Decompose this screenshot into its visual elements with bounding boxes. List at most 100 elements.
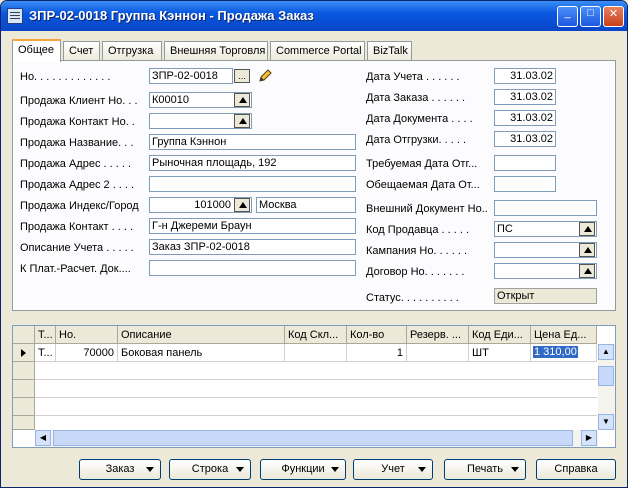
- line-menu-button[interactable]: Строка: [169, 459, 251, 480]
- close-button[interactable]: ✕: [603, 6, 624, 27]
- lookup-arrow-icon: [584, 226, 592, 232]
- table-cell-location[interactable]: [285, 344, 347, 362]
- col-no[interactable]: Но.: [56, 326, 118, 344]
- posting-button-label: Учет: [381, 463, 405, 475]
- lookup-arrow-icon: [584, 247, 592, 253]
- contact-no-label: Продажа Контакт Но. .: [20, 116, 135, 128]
- col-unit-price[interactable]: Цена Ед...: [531, 326, 597, 344]
- line-button-label: Строка: [191, 463, 229, 475]
- order-date-label: Дата Заказа . . . . . .: [366, 92, 466, 104]
- minimize-icon: _: [564, 7, 571, 19]
- requested-date-field[interactable]: [494, 155, 556, 171]
- row-header-current[interactable]: [13, 344, 35, 362]
- posting-description-label: Описание Учета . . . . .: [20, 242, 134, 254]
- title-bar[interactable]: ЗПР-02-0018 Группа Кэннон - Продажа Зака…: [1, 1, 627, 31]
- dropdown-arrow-icon: [331, 467, 339, 472]
- dropdown-arrow-icon: [236, 467, 244, 472]
- campaign-label: Кампания Но. . . . . .: [366, 245, 468, 257]
- sales-lines-grid[interactable]: Т... Но. Описание Код Скл... Кол-во Резе…: [12, 325, 616, 448]
- contract-lookup-button[interactable]: [579, 264, 595, 278]
- city-field[interactable]: Москва: [256, 197, 356, 213]
- maximize-button[interactable]: □: [580, 6, 601, 27]
- row-header-corner: [13, 326, 35, 344]
- col-type[interactable]: Т...: [35, 326, 56, 344]
- salesperson-lookup-button[interactable]: [579, 222, 595, 236]
- table-cell-unit-code[interactable]: ШТ: [469, 344, 531, 362]
- table-cell-reserved[interactable]: [407, 344, 469, 362]
- table-cell-quantity[interactable]: 1: [347, 344, 407, 362]
- table-cell-type[interactable]: Т...: [35, 344, 56, 362]
- table-row[interactable]: [35, 362, 597, 380]
- contract-label: Договор Но. . . . . . .: [366, 266, 465, 278]
- functions-button-label: Функции: [281, 463, 325, 475]
- print-menu-button[interactable]: Печать: [444, 459, 526, 480]
- functions-menu-button[interactable]: Функции: [260, 459, 346, 480]
- close-icon: ✕: [608, 8, 619, 20]
- col-reserved[interactable]: Резерв. ...: [407, 326, 469, 344]
- scroll-thumb-horizontal[interactable]: [53, 430, 573, 446]
- help-button[interactable]: Справка: [536, 459, 616, 480]
- order-date-field[interactable]: 31.03.02: [494, 89, 556, 105]
- contact-lookup-button[interactable]: [234, 114, 250, 128]
- status-label: Статус. . . . . . . . . .: [366, 292, 459, 304]
- tab-shipping[interactable]: Отгрузка: [102, 41, 162, 61]
- dropdown-arrow-icon: [146, 467, 154, 472]
- contact-field[interactable]: Г-н Джереми Браун: [149, 218, 356, 234]
- scroll-right-icon[interactable]: ▶: [581, 430, 597, 446]
- tab-general[interactable]: Общее: [12, 39, 61, 62]
- address2-field[interactable]: [149, 176, 356, 192]
- table-row[interactable]: [35, 380, 597, 398]
- shipment-date-label: Дата Отгрузки. . . . .: [366, 134, 467, 146]
- table-cell-description[interactable]: Боковая панель: [118, 344, 285, 362]
- table-cell-no[interactable]: 70000: [56, 344, 118, 362]
- tab-foreign-trade[interactable]: Внешняя Торговля: [164, 41, 268, 61]
- assist-edit-button[interactable]: ...: [234, 69, 250, 83]
- col-location[interactable]: Код Скл...: [285, 326, 347, 344]
- table-row[interactable]: [35, 398, 597, 416]
- window-title: ЗПР-02-0018 Группа Кэннон - Продажа Зака…: [29, 8, 314, 23]
- minimize-button[interactable]: _: [557, 6, 578, 27]
- vertical-scrollbar[interactable]: ▲ ▼: [598, 344, 615, 430]
- col-quantity[interactable]: Кол-во: [347, 326, 407, 344]
- row-header[interactable]: [13, 362, 35, 380]
- table-cell-unit-price[interactable]: 1 310,00: [531, 344, 597, 362]
- maximize-icon: □: [587, 7, 594, 19]
- customer-lookup-button[interactable]: [234, 93, 250, 107]
- shipment-date-field[interactable]: 31.03.02: [494, 131, 556, 147]
- requested-date-label: Требуемая Дата Отг...: [366, 158, 478, 170]
- row-header[interactable]: [13, 416, 35, 430]
- scroll-down-icon[interactable]: ▼: [598, 414, 614, 430]
- posting-date-field[interactable]: 31.03.02: [494, 68, 556, 84]
- scroll-thumb[interactable]: [598, 366, 614, 386]
- external-doc-field[interactable]: [494, 200, 597, 216]
- row-header[interactable]: [13, 398, 35, 416]
- campaign-lookup-button[interactable]: [579, 243, 595, 257]
- horizontal-scrollbar[interactable]: ◀ ▶: [35, 430, 598, 447]
- no-field[interactable]: ЗПР-02-0018: [149, 68, 233, 84]
- document-icon: [7, 8, 23, 24]
- selected-value: 1 310,00: [533, 346, 578, 358]
- posting-menu-button[interactable]: Учет: [353, 459, 433, 480]
- tab-commerce-portal[interactable]: Commerce Portal: [270, 41, 365, 61]
- address-field[interactable]: Рыночная площадь, 192: [149, 155, 356, 171]
- payment-doc-field[interactable]: [149, 260, 356, 276]
- pencil-icon[interactable]: [257, 68, 273, 84]
- tab-invoicing[interactable]: Счет: [63, 41, 100, 61]
- tab-biztalk[interactable]: BizTalk: [367, 41, 412, 61]
- name-field[interactable]: Группа Кэннон: [149, 134, 356, 150]
- ellipsis-icon: ...: [238, 71, 246, 81]
- scroll-left-icon[interactable]: ◀: [35, 430, 51, 446]
- col-unit-code[interactable]: Код Еди...: [469, 326, 531, 344]
- document-date-field[interactable]: 31.03.02: [494, 110, 556, 126]
- customer-no-label: Продажа Клиент Но. . .: [20, 95, 138, 107]
- row-header[interactable]: [13, 380, 35, 398]
- posting-description-field[interactable]: Заказ ЗПР-02-0018: [149, 239, 356, 255]
- col-description[interactable]: Описание: [118, 326, 285, 344]
- salesperson-label: Код Продавца . . . . .: [366, 224, 470, 236]
- postcode-lookup-button[interactable]: [234, 198, 250, 212]
- scroll-up-icon[interactable]: ▲: [598, 344, 614, 360]
- order-menu-button[interactable]: Заказ: [79, 459, 161, 480]
- promised-date-field[interactable]: [494, 176, 556, 192]
- contact-label: Продажа Контакт . . . .: [20, 221, 134, 233]
- name-label: Продажа Название. . .: [20, 137, 134, 149]
